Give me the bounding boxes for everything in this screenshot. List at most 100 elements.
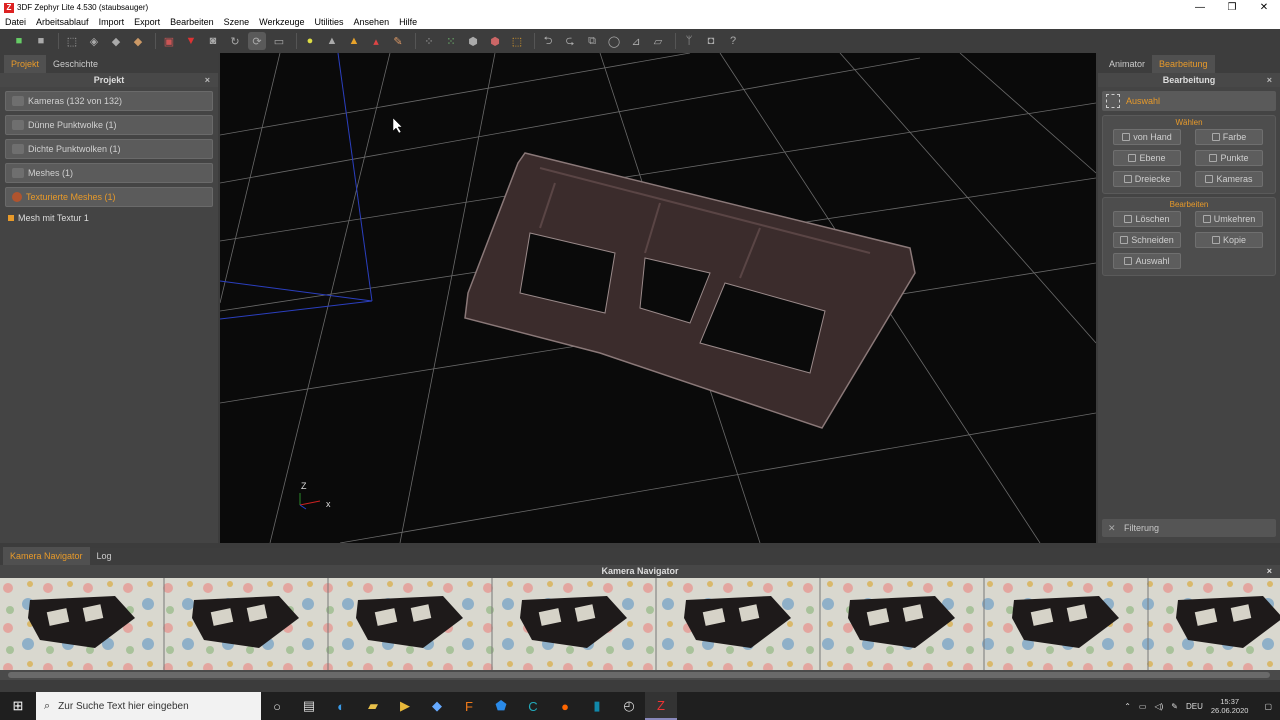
dense-cloud-icon[interactable]: ⁙ bbox=[442, 32, 460, 50]
screenshot-camera-icon[interactable]: ◙ bbox=[204, 32, 222, 50]
select-by-color-button[interactable]: Farbe bbox=[1195, 129, 1263, 145]
language-indicator[interactable]: DEU bbox=[1186, 702, 1203, 711]
redo-icon[interactable]: ⮎ bbox=[561, 32, 579, 50]
office-app-icon[interactable]: F bbox=[453, 692, 485, 720]
row-kameras[interactable]: Kameras (132 von 132) bbox=[5, 91, 213, 111]
brush-icon[interactable]: ✎ bbox=[389, 32, 407, 50]
transform-icon[interactable]: ⧉ bbox=[583, 32, 601, 50]
close-panel-icon[interactable]: × bbox=[1267, 73, 1272, 87]
delete-button[interactable]: Löschen bbox=[1113, 211, 1181, 227]
menu-import[interactable]: Import bbox=[94, 17, 130, 27]
tab-animator[interactable]: Animator bbox=[1102, 55, 1152, 73]
menu-ansehen[interactable]: Ansehen bbox=[349, 17, 395, 27]
save-icon[interactable]: ■ bbox=[32, 32, 50, 50]
help-icon[interactable]: ? bbox=[724, 32, 742, 50]
scrollbar-thumb[interactable] bbox=[8, 672, 1270, 678]
selection-section-header[interactable]: Auswahl bbox=[1102, 91, 1276, 111]
store-app-icon[interactable]: ⬟ bbox=[485, 692, 517, 720]
thumbnail-frames[interactable] bbox=[0, 578, 1280, 670]
zephyr-taskbar-icon[interactable]: Z bbox=[645, 692, 677, 720]
photo-app-icon[interactable]: ◆ bbox=[421, 692, 453, 720]
selection-icon bbox=[1124, 257, 1133, 265]
menu-export[interactable]: Export bbox=[129, 17, 165, 27]
row-duenne-punktwolke[interactable]: Dünne Punktwolke (1) bbox=[5, 115, 213, 135]
orbit-icon[interactable]: ↻ bbox=[226, 32, 244, 50]
menu-hilfe[interactable]: Hilfe bbox=[394, 17, 422, 27]
select-by-hand-button[interactable]: von Hand bbox=[1113, 129, 1181, 145]
measure-icon[interactable]: ⊿ bbox=[627, 32, 645, 50]
menu-datei[interactable]: Datei bbox=[0, 17, 31, 27]
cortana-icon[interactable]: ○ bbox=[261, 692, 293, 720]
tab-log[interactable]: Log bbox=[90, 547, 119, 565]
row-texturierte-meshes[interactable]: Texturierte Meshes (1) bbox=[5, 187, 213, 207]
tab-bearbeitung[interactable]: Bearbeitung bbox=[1152, 55, 1215, 73]
cut-button[interactable]: Schneiden bbox=[1113, 232, 1181, 248]
red-triangle-icon[interactable]: ▴ bbox=[367, 32, 385, 50]
tray-chevron-icon[interactable]: ⌃ bbox=[1124, 702, 1131, 711]
sparse-cloud-icon[interactable]: ⁘ bbox=[420, 32, 438, 50]
selection-button[interactable]: Auswahl bbox=[1113, 253, 1181, 269]
filter-section-header[interactable]: ✕ Filterung bbox=[1102, 519, 1276, 537]
tools-icon[interactable]: ᛘ bbox=[680, 32, 698, 50]
copy-button[interactable]: Kopie bbox=[1195, 232, 1263, 248]
select-triangles-button[interactable]: Dreiecke bbox=[1113, 171, 1181, 187]
mesh-icon[interactable]: ⬢ bbox=[464, 32, 482, 50]
tab-kamera-navigator[interactable]: Kamera Navigator bbox=[3, 547, 90, 565]
light-bulb-icon[interactable]: ● bbox=[301, 32, 319, 50]
menu-utilities[interactable]: Utilities bbox=[310, 17, 349, 27]
file-explorer-icon[interactable]: ▰ bbox=[357, 692, 389, 720]
3d-viewport[interactable]: Z x bbox=[220, 53, 1096, 543]
textured-mesh-model[interactable] bbox=[464, 152, 916, 429]
menu-bearbeiten[interactable]: Bearbeiten bbox=[165, 17, 219, 27]
select-plane-button[interactable]: Ebene bbox=[1113, 150, 1181, 166]
restore-button[interactable]: ❐ bbox=[1216, 0, 1248, 15]
new-project-icon[interactable]: ■ bbox=[10, 32, 28, 50]
bounding-box-icon[interactable]: ⬚ bbox=[508, 32, 526, 50]
task-view-icon[interactable]: ▤ bbox=[293, 692, 325, 720]
book-app-icon[interactable]: ▮ bbox=[581, 692, 613, 720]
row-dichte-punktwolken[interactable]: Dichte Punktwolken (1) bbox=[5, 139, 213, 159]
menu-werkzeuge[interactable]: Werkzeuge bbox=[254, 17, 309, 27]
clock-app-icon[interactable]: ◴ bbox=[613, 692, 645, 720]
invert-button[interactable]: Umkehren bbox=[1195, 211, 1263, 227]
tab-geschichte[interactable]: Geschichte bbox=[46, 55, 105, 73]
windows-start-icon[interactable]: ⊞ bbox=[0, 692, 36, 720]
select-cameras-button[interactable]: Kameras bbox=[1195, 171, 1263, 187]
pan-mode-icon[interactable]: ▭ bbox=[270, 32, 288, 50]
media-player-icon[interactable]: ▶ bbox=[389, 692, 421, 720]
undo-icon[interactable]: ⮌ bbox=[539, 32, 557, 50]
camera-group-icon[interactable]: ▣ bbox=[160, 32, 178, 50]
minimize-button[interactable]: — bbox=[1184, 0, 1216, 15]
rotate-mode-icon[interactable]: ⟳ bbox=[248, 32, 266, 50]
triangle-icon[interactable]: ▲ bbox=[323, 32, 341, 50]
texture-mesh-icon[interactable]: ⬢ bbox=[486, 32, 504, 50]
filmstrip-scrollbar[interactable] bbox=[0, 670, 1280, 680]
record-app-icon[interactable]: ● bbox=[549, 692, 581, 720]
tab-projekt[interactable]: Projekt bbox=[4, 55, 47, 73]
select-points-button[interactable]: Punkte bbox=[1195, 150, 1263, 166]
notification-icon[interactable]: ▢ bbox=[1264, 702, 1272, 711]
warning-triangle-icon[interactable]: ▲ bbox=[345, 32, 363, 50]
mesh-list-item[interactable]: Mesh mit Textur 1 bbox=[8, 213, 218, 223]
pen-icon[interactable]: ✎ bbox=[1171, 702, 1178, 711]
mesh-cube-icon[interactable]: ◆ bbox=[107, 32, 125, 50]
red-marker-icon[interactable]: ▼ bbox=[182, 32, 200, 50]
select-region-icon[interactable]: ⬚ bbox=[63, 32, 81, 50]
row-meshes[interactable]: Meshes (1) bbox=[5, 163, 213, 183]
close-button[interactable]: ✕ bbox=[1248, 0, 1280, 15]
menu-arbeitsablauf[interactable]: Arbeitsablauf bbox=[31, 17, 94, 27]
chrome-like-icon[interactable]: C bbox=[517, 692, 549, 720]
network-icon[interactable]: ▭ bbox=[1139, 702, 1147, 711]
menu-szene[interactable]: Szene bbox=[219, 17, 255, 27]
textured-cube-icon[interactable]: ◆ bbox=[129, 32, 147, 50]
close-panel-icon[interactable]: × bbox=[1267, 565, 1272, 578]
taskbar-clock[interactable]: 15:37 26.06.2020 bbox=[1211, 697, 1249, 715]
volume-icon[interactable]: ◁) bbox=[1154, 702, 1163, 711]
cube-icon[interactable]: ◈ bbox=[85, 32, 103, 50]
ruler-icon[interactable]: ▱ bbox=[649, 32, 667, 50]
sphere-icon[interactable]: ◯ bbox=[605, 32, 623, 50]
vr-glasses-icon[interactable]: ◘ bbox=[702, 32, 720, 50]
taskbar-search[interactable]: ⌕ Zur Suche Text hier eingeben bbox=[36, 692, 261, 720]
close-panel-icon[interactable]: × bbox=[205, 73, 210, 87]
edge-browser-icon[interactable]: ◐ bbox=[325, 692, 357, 720]
